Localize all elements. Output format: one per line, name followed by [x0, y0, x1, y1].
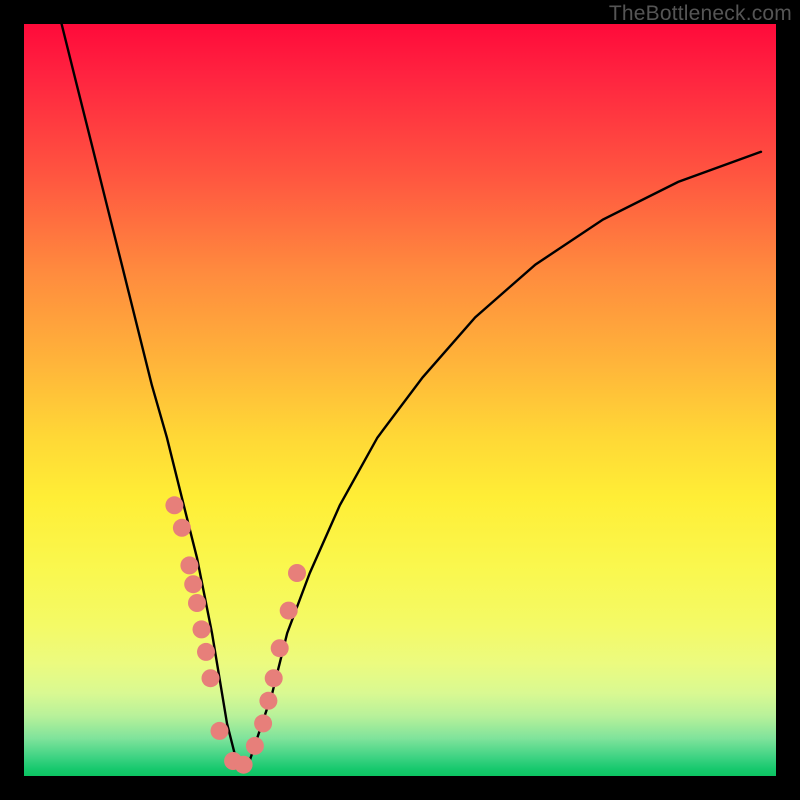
data-point [235, 756, 253, 774]
data-points [165, 496, 306, 773]
data-point [193, 620, 211, 638]
data-point [288, 564, 306, 582]
data-point [197, 643, 215, 661]
curve-overlay [24, 24, 776, 776]
bottleneck-curve [62, 24, 761, 769]
data-point [188, 594, 206, 612]
data-point [165, 496, 183, 514]
data-point [280, 602, 298, 620]
data-point [265, 669, 283, 687]
chart-frame: TheBottleneck.com [0, 0, 800, 800]
data-point [254, 714, 272, 732]
data-point [271, 639, 289, 657]
data-point [259, 692, 277, 710]
data-point [211, 722, 229, 740]
watermark: TheBottleneck.com [609, 2, 792, 26]
data-point [184, 575, 202, 593]
data-point [173, 519, 191, 537]
data-point [202, 669, 220, 687]
data-point [180, 556, 198, 574]
plot-area [24, 24, 776, 776]
data-point [246, 737, 264, 755]
